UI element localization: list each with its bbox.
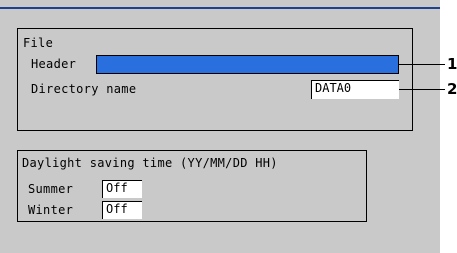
summer-input[interactable]: Off	[102, 180, 142, 198]
directory-name-input[interactable]: DATA0	[311, 80, 399, 99]
winter-input[interactable]: Off	[102, 201, 142, 219]
callout-line-1	[399, 64, 445, 65]
callout-number-2: 2	[447, 80, 457, 98]
header-label: Header	[31, 57, 77, 71]
callout-number-1: 1	[447, 55, 457, 73]
file-group-title: File	[23, 36, 54, 50]
directory-name-label: Directory name	[31, 82, 137, 96]
header-input[interactable]	[96, 55, 399, 74]
winter-label: Winter	[28, 203, 74, 217]
callout-line-2	[399, 89, 445, 90]
summer-label: Summer	[28, 182, 74, 196]
top-divider	[0, 7, 440, 9]
settings-screen: File Header Directory name DATA0 Dayligh…	[0, 0, 440, 253]
daylight-saving-title: Daylight saving time (YY/MM/DD HH)	[22, 156, 278, 170]
